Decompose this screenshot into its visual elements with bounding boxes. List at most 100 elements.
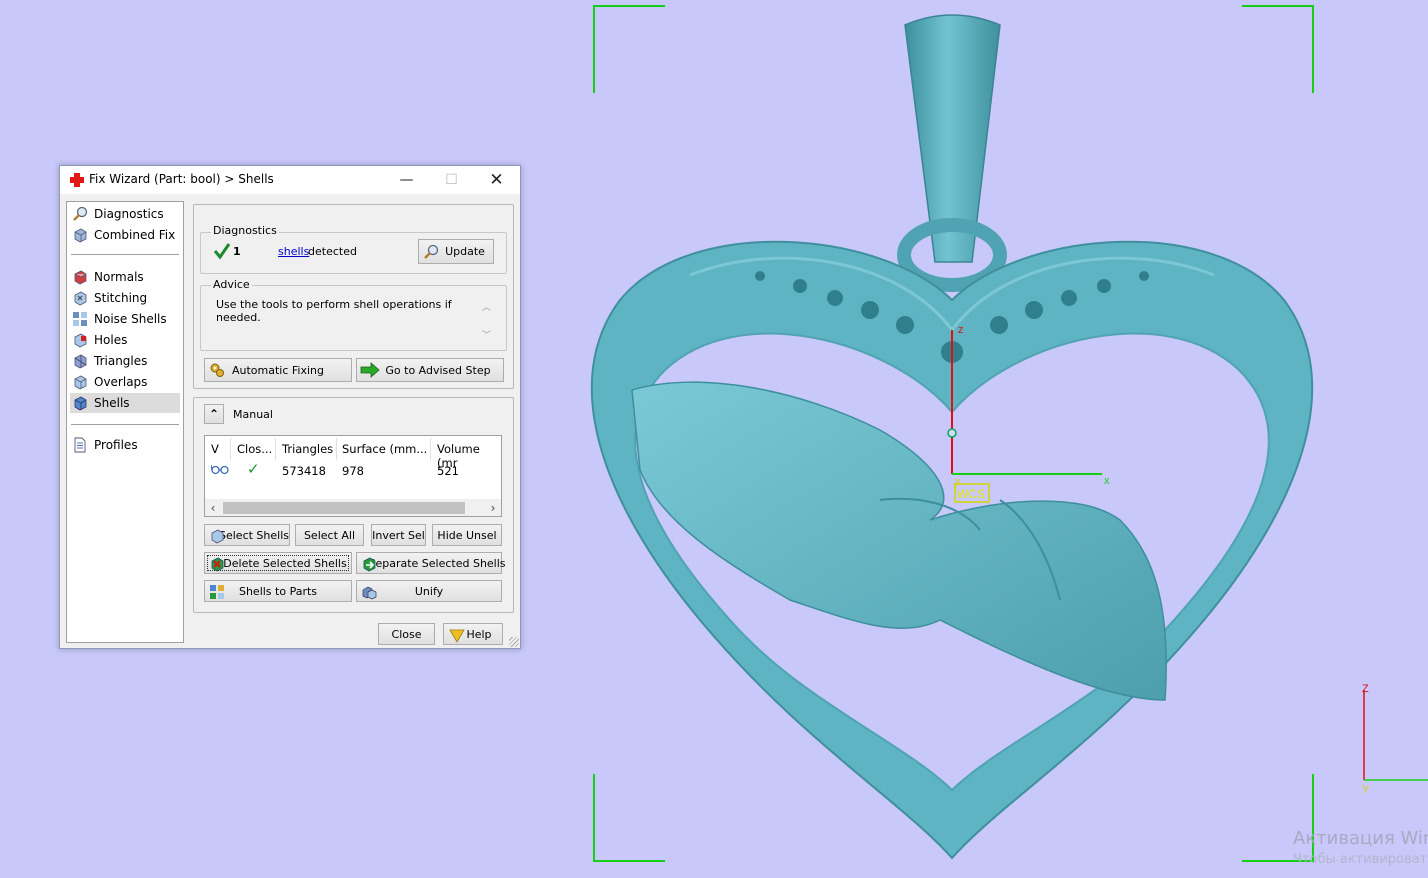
document-icon — [74, 437, 86, 453]
triangles-cube-icon — [74, 354, 87, 369]
wizard-sidebar: Diagnostics Combined Fix Normals Stitchi… — [66, 201, 184, 643]
help-triangle-icon — [449, 629, 465, 643]
shells-to-parts-label: Shells to Parts — [238, 584, 318, 598]
scroll-right-icon[interactable]: › — [485, 499, 501, 516]
scroll-left-icon[interactable]: ‹ — [205, 499, 221, 516]
activation-watermark: Активация Win — [1293, 828, 1428, 849]
window-title: Fix Wizard (Part: bool) > Shells — [89, 172, 274, 186]
unify-button[interactable]: Unify — [356, 580, 502, 602]
stitching-cube-icon — [74, 291, 87, 306]
shells-to-parts-button[interactable]: Shells to Parts — [204, 580, 352, 602]
holes-cube-icon — [74, 333, 87, 348]
update-button-label: Update — [445, 245, 485, 258]
delete-selected-shells-label: Delete Selected Shells — [223, 556, 347, 570]
automatic-fixing-button[interactable]: Automatic Fixing — [204, 358, 352, 382]
magnifier-icon — [424, 244, 439, 259]
mini-axis-z-label: Z — [1362, 683, 1369, 695]
automatic-fixing-label: Automatic Fixing — [231, 363, 324, 377]
column-header-closed[interactable]: Clos... — [237, 442, 272, 456]
fix-wizard-dialog: Fix Wizard (Part: bool) > Shells — ☐ ✕ D… — [59, 165, 521, 649]
shells-link[interactable]: shells — [278, 245, 309, 258]
resize-grip[interactable] — [509, 637, 519, 647]
select-all-label: Select All — [303, 528, 356, 542]
sidebar-item-label: Shells — [94, 396, 130, 410]
sidebar-item-profiles[interactable]: Profiles — [70, 435, 180, 455]
go-to-advised-step-label: Go to Advised Step — [385, 363, 491, 377]
sidebar-item-label: Triangles — [94, 354, 148, 368]
sidebar-item-label: Stitching — [94, 291, 148, 305]
sidebar-item-noise-shells[interactable]: Noise Shells — [70, 309, 180, 329]
sidebar-item-label: Holes — [94, 333, 128, 347]
advice-group-label: Advice — [211, 278, 252, 291]
invert-selection-button[interactable]: Invert Sel — [371, 524, 426, 546]
delete-selected-shells-button[interactable]: Delete Selected Shells — [204, 552, 352, 574]
select-shells-label: Select Shells — [219, 528, 289, 542]
sidebar-item-triangles[interactable]: Triangles — [70, 351, 180, 371]
unify-label: Unify — [414, 584, 444, 598]
noise-shells-icon — [73, 312, 87, 326]
column-header-triangles[interactable]: Triangles — [282, 442, 333, 456]
sidebar-item-combined-fix[interactable]: Combined Fix — [70, 225, 180, 245]
red-cross-icon — [70, 173, 84, 187]
column-divider — [430, 438, 431, 460]
sidebar-item-label: Overlaps — [94, 375, 148, 389]
cube-icon — [74, 228, 87, 243]
glasses-icon[interactable] — [211, 463, 229, 475]
minimize-button[interactable]: — — [384, 166, 429, 194]
triangles-cell: 573418 — [282, 464, 326, 478]
sidebar-item-normals[interactable]: Normals — [70, 267, 180, 287]
separate-selected-shells-button[interactable]: Separate Selected Shells — [356, 552, 506, 574]
horizontal-scrollbar[interactable]: ‹ › — [205, 499, 501, 516]
model-axis-z-label: z — [958, 324, 964, 336]
sidebar-item-stitching[interactable]: Stitching — [70, 288, 180, 308]
unify-icon — [362, 586, 377, 600]
overlaps-cube-icon — [74, 375, 87, 390]
column-divider — [275, 438, 276, 460]
update-button[interactable]: Update — [418, 239, 494, 264]
volume-cell: 521 — [437, 464, 459, 478]
close-button[interactable]: Close — [378, 623, 435, 645]
mini-axis-y-label: Y — [1362, 784, 1370, 796]
shells-table: V Clos... Triangles Surface (mm... Volum… — [204, 435, 502, 517]
help-button[interactable]: Help — [443, 623, 503, 645]
maximize-button[interactable]: ☐ — [429, 166, 474, 194]
sidebar-item-label: Profiles — [94, 438, 138, 452]
select-shells-button[interactable]: Select Shells — [204, 524, 290, 546]
hide-unselected-button[interactable]: Hide Unsel — [432, 524, 502, 546]
surface-cell: 978 — [342, 464, 364, 478]
advice-text-box: Use the tools to perform shell operation… — [206, 291, 491, 346]
column-header-surface[interactable]: Surface (mm... — [342, 442, 427, 456]
sidebar-divider — [71, 424, 179, 425]
sidebar-item-label: Normals — [94, 270, 144, 284]
select-all-button[interactable]: Select All — [295, 524, 364, 546]
wcs-label: WCS — [957, 487, 985, 501]
manual-label: Manual — [233, 408, 273, 421]
chevron-up-icon: ⌃ — [208, 407, 220, 421]
sidebar-divider — [71, 254, 179, 255]
advice-scroll-up-icon[interactable]: ︿ — [482, 300, 491, 313]
sidebar-item-label: Diagnostics — [94, 207, 164, 221]
sidebar-item-overlaps[interactable]: Overlaps — [70, 372, 180, 392]
magnifier-icon — [73, 206, 88, 221]
sidebar-item-holes[interactable]: Holes — [70, 330, 180, 350]
close-label: Close — [391, 627, 422, 641]
close-window-button[interactable]: ✕ — [474, 166, 519, 194]
scrollbar-thumb[interactable] — [223, 502, 465, 514]
sidebar-item-shells[interactable]: Shells — [70, 393, 180, 413]
activation-watermark-sub: Чтобы активироват — [1293, 852, 1428, 867]
advice-text: Use the tools to perform shell operation… — [216, 298, 452, 324]
collapse-manual-button[interactable]: ⌃ — [204, 404, 224, 424]
column-header-visible[interactable]: V — [211, 442, 219, 456]
detected-text: detected — [308, 245, 357, 258]
title-bar[interactable]: Fix Wizard (Part: bool) > Shells — ☐ ✕ — [60, 166, 520, 194]
delete-shell-icon — [211, 557, 224, 572]
hide-unselected-label: Hide Unsel — [437, 528, 497, 542]
sidebar-item-diagnostics[interactable]: Diagnostics — [70, 204, 180, 224]
sidebar-item-label: Combined Fix — [94, 228, 176, 242]
go-to-advised-step-button[interactable]: Go to Advised Step — [356, 358, 504, 382]
gears-icon — [210, 363, 224, 377]
sidebar-item-label: Noise Shells — [94, 312, 167, 326]
separate-selected-shells-label: Separate Selected Shells — [368, 556, 506, 570]
advice-scroll-down-icon[interactable]: ﹀ — [482, 328, 491, 341]
green-arrow-icon — [360, 362, 380, 378]
